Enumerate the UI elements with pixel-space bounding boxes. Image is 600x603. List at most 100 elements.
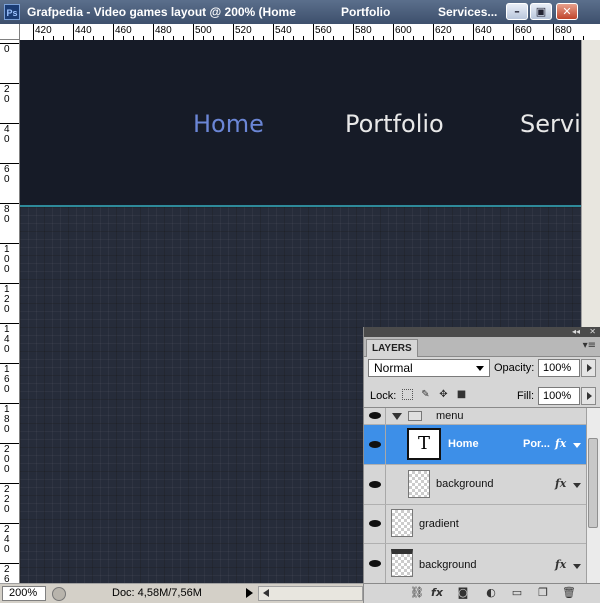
close-button[interactable]: ✕ (556, 3, 578, 20)
visibility-eye-icon[interactable] (364, 505, 386, 543)
fx-icon[interactable]: fx (555, 437, 566, 450)
scroll-left-arrow-icon[interactable] (263, 589, 269, 597)
ruler-label: 60 (4, 164, 10, 185)
ruler-major-tick (0, 363, 19, 364)
panel-menu-icon[interactable]: ▾≡ (583, 340, 596, 351)
chevron-down-icon (476, 366, 484, 371)
ruler-label: 420 (35, 25, 52, 36)
ruler-major-tick (193, 24, 194, 40)
opacity-input[interactable]: 100% (538, 359, 580, 377)
lock-transparency-icon[interactable] (402, 389, 413, 400)
canvas-vertical-scrollbar[interactable] (581, 40, 600, 327)
visibility-eye-icon[interactable] (364, 425, 386, 464)
ruler-label: 180 (4, 404, 10, 435)
restore-button[interactable]: ▣ (530, 3, 552, 20)
fx-icon[interactable]: fx (430, 587, 444, 599)
ruler-label: 20 (4, 84, 10, 105)
new-layer-icon[interactable]: ❐ (536, 587, 550, 599)
visibility-eye-icon[interactable] (364, 544, 386, 583)
ruler-origin[interactable] (0, 24, 20, 40)
ruler-label: 600 (395, 25, 412, 36)
status-info-icon[interactable] (52, 587, 66, 601)
ruler-major-tick (553, 24, 554, 40)
layer-group-menu[interactable]: menu (364, 408, 586, 425)
horizontal-ruler[interactable]: 420 440 460 480 500 520 540 560 580 600 620 640 660 6… (20, 24, 600, 41)
panel-title-strip[interactable]: ◂◂ ✕ (364, 327, 600, 337)
expand-effects-icon[interactable] (573, 483, 581, 488)
trash-icon[interactable]: 🗑 (562, 587, 576, 599)
ruler-label: 560 (315, 25, 332, 36)
expand-effects-icon[interactable] (573, 564, 581, 569)
layers-list: menu T Home Por... fx background fx grad… (364, 407, 600, 584)
visibility-eye-icon[interactable] (364, 408, 386, 424)
folder-icon[interactable]: ▭ (510, 587, 524, 599)
ruler-label: 40 (4, 124, 10, 145)
ruler-label: 220 (4, 484, 10, 515)
adjustment-icon[interactable]: ◐ (484, 587, 498, 599)
layer-thumbnail[interactable] (391, 549, 413, 577)
lock-brush-icon[interactable]: ✎ (420, 389, 431, 400)
ruler-major-tick (113, 24, 114, 40)
ruler-major-tick (0, 443, 19, 444)
nav-portfolio[interactable]: Portfolio (345, 110, 444, 138)
nav-services[interactable]: Servic (520, 110, 581, 138)
nav-home[interactable]: Home (193, 110, 264, 138)
layer-background-1[interactable]: background fx (364, 465, 586, 505)
ruler-major-tick (433, 24, 434, 40)
ruler-label: 80 (4, 204, 10, 225)
ruler-label: 500 (195, 25, 212, 36)
zoom-level-field[interactable]: 200% (2, 586, 46, 601)
layer-gradient[interactable]: gradient (364, 505, 586, 544)
layers-list-scroll-thumb[interactable] (588, 438, 598, 528)
ruler-major-tick (0, 83, 19, 84)
window-title-services: Services... (438, 5, 498, 19)
lock-label: Lock: (370, 390, 397, 402)
link-icon[interactable]: ⛓ (410, 587, 424, 599)
layer-name: background (419, 559, 477, 571)
layers-panel: ◂◂ ✕ LAYERS ▾≡ Normal Opacity: 100% Lock… (363, 327, 600, 603)
fx-icon[interactable]: fx (555, 477, 566, 490)
visibility-eye-icon[interactable] (364, 465, 386, 504)
vertical-ruler[interactable]: 0 20 40 60 80 100 120 140 160 180 200 220 240 260 (0, 40, 20, 583)
layer-background-2[interactable]: background fx (364, 544, 586, 584)
collapse-panel-icon[interactable]: ◂◂ (572, 327, 580, 337)
ruler-major-tick (0, 163, 19, 164)
layer-name: Home (448, 438, 479, 450)
ruler-major-tick (33, 24, 34, 40)
ruler-major-tick (0, 43, 19, 44)
photoshop-app-icon[interactable]: Ps (4, 4, 20, 20)
fx-icon[interactable]: fx (555, 558, 566, 571)
layer-thumbnail[interactable] (391, 509, 413, 537)
minimize-button[interactable]: – (506, 3, 528, 20)
ruler-major-tick (393, 24, 394, 40)
panel-tab-row: LAYERS ▾≡ (364, 337, 600, 357)
opacity-label: Opacity: (494, 362, 535, 374)
ruler-major-tick (73, 24, 74, 40)
fill-input[interactable]: 100% (538, 387, 580, 405)
close-panel-icon[interactable]: ✕ (589, 327, 596, 337)
group-expand-icon[interactable] (392, 413, 402, 420)
folder-icon (408, 411, 422, 421)
canvas-horizontal-scrollbar[interactable] (258, 586, 363, 601)
mask-icon[interactable]: ◙ (456, 587, 470, 599)
tab-layers[interactable]: LAYERS (366, 339, 418, 357)
layers-list-scrollbar[interactable] (586, 408, 600, 584)
ruler-label: 160 (4, 364, 10, 395)
text-layer-thumbnail[interactable]: T (407, 428, 441, 460)
lock-all-icon[interactable]: ■ (456, 389, 467, 400)
ruler-major-tick (513, 24, 514, 40)
minimize-icon: – (514, 5, 520, 18)
ruler-major-tick (0, 123, 19, 124)
fill-slider-arrow-icon[interactable] (581, 387, 596, 405)
status-menu-arrow-icon[interactable] (246, 588, 253, 598)
ruler-major-tick (0, 283, 19, 284)
layer-name: background (436, 478, 494, 490)
close-icon: ✕ (562, 5, 572, 18)
layer-thumbnail[interactable] (408, 470, 430, 498)
ruler-major-tick (233, 24, 234, 40)
blend-mode-select[interactable]: Normal (368, 359, 490, 377)
opacity-slider-arrow-icon[interactable] (581, 359, 596, 377)
lock-position-icon[interactable]: ✥ (438, 389, 449, 400)
layer-home-text[interactable]: T Home Por... fx (364, 425, 586, 465)
expand-effects-icon[interactable] (573, 443, 581, 448)
